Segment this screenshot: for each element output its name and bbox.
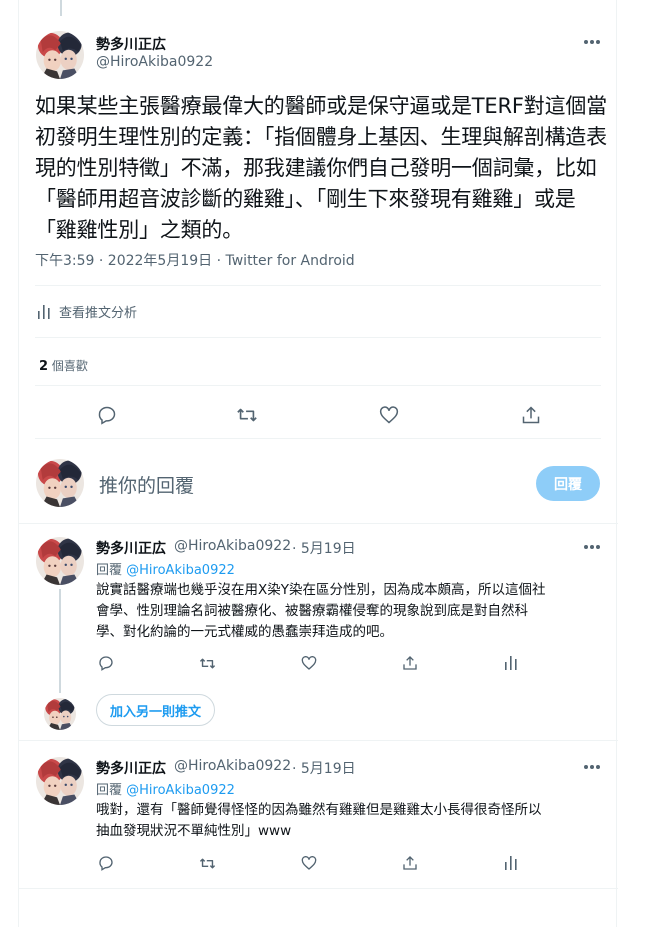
replying-to: 回覆 @HiroAkiba0922 xyxy=(96,779,235,798)
share-icon[interactable] xyxy=(520,404,542,426)
avatar[interactable] xyxy=(36,537,84,585)
more-icon[interactable] xyxy=(582,763,602,771)
divider xyxy=(35,285,601,286)
heart-icon[interactable] xyxy=(298,652,320,674)
heart-icon[interactable] xyxy=(378,404,400,426)
small-avatar xyxy=(44,698,76,730)
divider xyxy=(35,438,601,439)
likes-count[interactable]: 2 個喜歡 xyxy=(39,357,88,374)
share-icon[interactable] xyxy=(399,852,421,874)
replying-to: 回覆 @HiroAkiba0922 xyxy=(96,559,235,578)
tweet-date[interactable]: · 5月19日 xyxy=(292,758,356,778)
author-name[interactable]: 勢多川正広 xyxy=(96,538,166,558)
tweet-line: 會學、性別理論名詞被醫療化、被醫療霸權侵奪的現象說到底是對自然科 xyxy=(96,603,528,619)
tweet-text: 哦對，還有「醫師覺得怪怪的因為雖然有雞雞但是雞雞太小長得很奇怪所以 抽血發現狀況… xyxy=(96,800,606,842)
analytics-icon xyxy=(38,304,50,319)
author-name[interactable]: 勢多川正広 xyxy=(96,758,166,778)
tweet-line: 哦對，還有「醫師覺得怪怪的因為雖然有雞雞但是雞雞太小長得很奇怪所以 xyxy=(96,802,542,818)
author-handle[interactable]: @HiroAkiba0922 xyxy=(174,538,291,554)
retweet-icon[interactable] xyxy=(236,404,258,426)
share-icon[interactable] xyxy=(399,652,421,674)
tweet-line: 學、對化約論的一元式權威的愚蠢崇拜造成的吧。 xyxy=(96,624,393,640)
analytics-icon[interactable] xyxy=(500,852,522,874)
divider xyxy=(19,740,618,741)
reply-prefix: 回覆 xyxy=(96,563,123,578)
reply-to-link[interactable]: @HiroAkiba0922 xyxy=(126,563,235,578)
tweet-date[interactable]: · 5月19日 xyxy=(292,538,356,558)
analytics-icon[interactable] xyxy=(500,652,522,674)
reply-prefix: 回覆 xyxy=(96,783,123,798)
tweet-line: 抽血發現狀況不單純性別」www xyxy=(96,823,292,839)
reply-icon[interactable] xyxy=(95,852,117,874)
likes-label: 個喜歡 xyxy=(51,359,88,373)
tweet-meta[interactable]: 下午3:59 · 2022年5月19日 · Twitter for Androi… xyxy=(35,250,355,270)
more-icon[interactable] xyxy=(582,38,602,46)
composer-avatar xyxy=(36,459,84,507)
divider xyxy=(35,337,601,338)
author-name[interactable]: 勢多川正広 xyxy=(96,34,166,54)
tweet-line: 說實話醫療端也幾乎沒在用X染Y染在區分性別，因為成本頗高，所以這個社 xyxy=(96,582,546,598)
analytics-link[interactable]: 查看推文分析 xyxy=(37,302,137,321)
more-icon[interactable] xyxy=(582,543,602,551)
divider xyxy=(19,888,618,889)
reply-icon[interactable] xyxy=(96,404,118,426)
divider xyxy=(35,385,601,386)
reply-icon[interactable] xyxy=(95,652,117,674)
tweet-text: 如果某些主張醫療最偉大的醫師或是保守逼或是TERF對這個當初發明生理性別的定義：… xyxy=(35,94,607,242)
reply-input[interactable]: 推你的回覆 xyxy=(99,471,194,498)
avatar[interactable] xyxy=(36,757,84,805)
analytics-label: 查看推文分析 xyxy=(59,306,138,321)
author-handle[interactable]: @HiroAkiba0922 xyxy=(174,758,291,774)
retweet-icon[interactable] xyxy=(196,652,218,674)
add-another-tweet-button[interactable]: 加入另一則推文 xyxy=(96,694,216,726)
reply-button[interactable]: 回覆 xyxy=(536,466,600,501)
avatar[interactable] xyxy=(36,31,84,79)
divider xyxy=(19,523,618,524)
heart-icon[interactable] xyxy=(298,852,320,874)
thread-connector xyxy=(60,0,62,16)
likes-number: 2 xyxy=(39,359,49,374)
retweet-icon[interactable] xyxy=(196,852,218,874)
timeline-column: 勢多川正広 @HiroAkiba0922 如果某些主張醫療最偉大的醫師或是保守逼… xyxy=(18,0,618,927)
reply-to-link[interactable]: @HiroAkiba0922 xyxy=(126,783,235,798)
tweet-text: 說實話醫療端也幾乎沒在用X染Y染在區分性別，因為成本頗高，所以這個社 會學、性別… xyxy=(96,580,606,643)
author-handle[interactable]: @HiroAkiba0922 xyxy=(96,54,213,70)
thread-connector xyxy=(59,589,61,693)
